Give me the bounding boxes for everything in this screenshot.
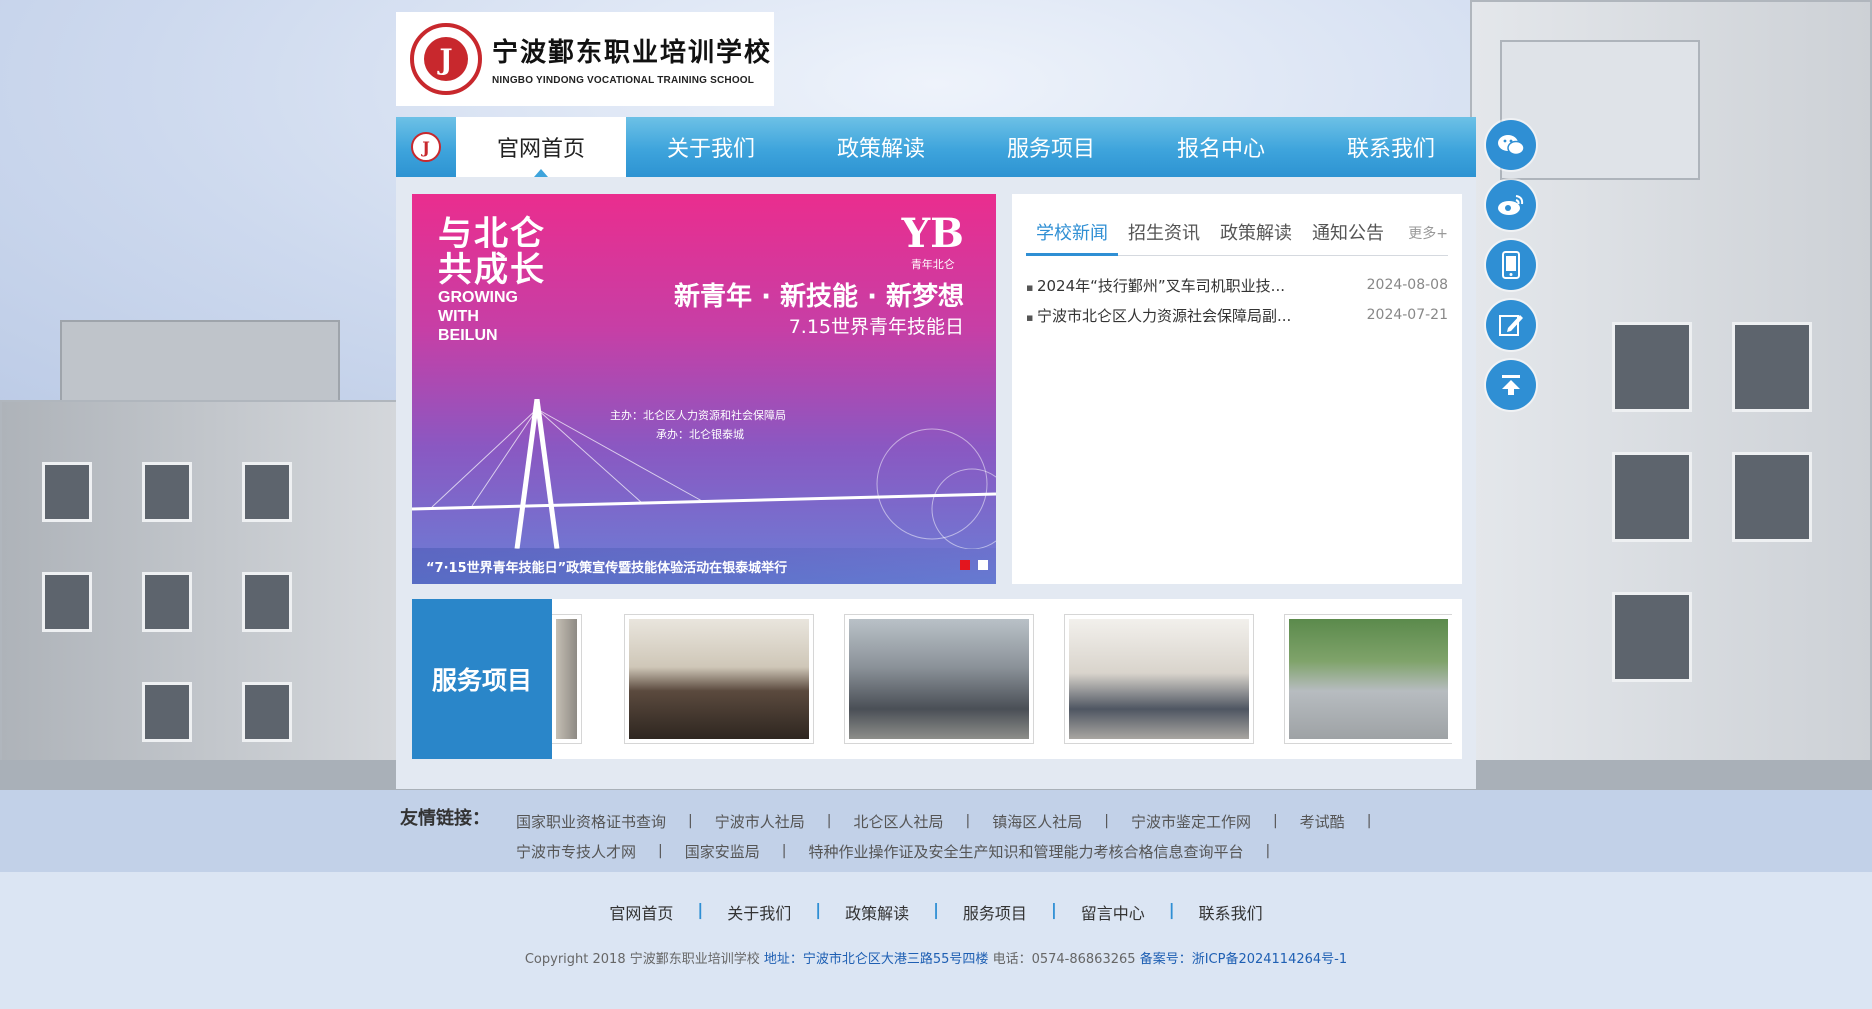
friend-link[interactable]: 宁波市专技人才网 bbox=[516, 841, 636, 862]
building-left bbox=[0, 400, 420, 790]
tab-policy[interactable]: 政策解读 bbox=[1210, 219, 1302, 255]
content-panel: 与北仑 共成长 GROWING WITH BEILUN YB 青年北仑 新青年 … bbox=[396, 177, 1476, 789]
nav-logo[interactable]: J bbox=[396, 117, 456, 177]
address-label: 地址： bbox=[763, 952, 803, 967]
nav-item-registration[interactable]: 报名中心 bbox=[1136, 117, 1306, 177]
service-photo bbox=[849, 619, 1029, 739]
services-label: 服务项目 bbox=[412, 599, 552, 759]
nav-logo-icon: J bbox=[411, 132, 441, 162]
service-photo bbox=[1289, 619, 1448, 739]
friend-link[interactable]: 镇海区人社局 bbox=[992, 811, 1082, 832]
edit-icon[interactable] bbox=[1486, 300, 1536, 350]
banner-event-date: 7.15世界青年技能日 bbox=[788, 316, 964, 338]
footer-link-messages[interactable]: 留言中心 bbox=[1081, 900, 1145, 924]
copyright-text: Copyright 2018 宁波鄞东职业培训学校 bbox=[524, 952, 760, 967]
footer-link-about[interactable]: 关于我们 bbox=[727, 900, 791, 924]
emblem-letter: J bbox=[424, 37, 468, 81]
banner-slogan: 新青年 · 新技能 · 新梦想 bbox=[674, 282, 964, 312]
logo-text: 宁波鄞东职业培训学校 NINGBO YINDONG VOCATIONAL TRA… bbox=[492, 32, 772, 86]
friend-links: 友情链接： 国家职业资格证书查询 | 宁波市人社局 | 北仑区人社局 | 镇海区人社局… bbox=[0, 790, 1872, 872]
tab-admissions[interactable]: 招生资讯 bbox=[1118, 219, 1210, 255]
footer: 官网首页 | 关于我们 | 政策解读 | 服务项目 | 留言中心 | 联系我们 Copyr… bbox=[0, 872, 1872, 1009]
service-thumb[interactable] bbox=[1064, 614, 1254, 744]
friend-links-title: 友情链接： bbox=[400, 808, 490, 829]
carousel-dot-1[interactable] bbox=[960, 560, 970, 570]
news-title: 宁波市北仑区人力资源社会保障局副... bbox=[1026, 305, 1291, 326]
news-tabs: 学校新闻 招生资讯 政策解读 通知公告 更多+ bbox=[1026, 194, 1448, 256]
service-thumb[interactable] bbox=[552, 614, 582, 744]
friend-links-row-1: 国家职业资格证书查询 | 宁波市人社局 | 北仑区人社局 | 镇海区人社局 | 宁波市鉴… bbox=[516, 811, 1372, 832]
friend-link[interactable]: 国家职业资格证书查询 bbox=[516, 811, 666, 832]
friend-link[interactable]: 宁波市人社局 bbox=[715, 811, 805, 832]
footer-nav: 官网首页 | 关于我们 | 政策解读 | 服务项目 | 留言中心 | 联系我们 bbox=[609, 900, 1263, 924]
footer-link-services[interactable]: 服务项目 bbox=[963, 900, 1027, 924]
service-thumb[interactable] bbox=[844, 614, 1034, 744]
nav-item-home[interactable]: 官网首页 bbox=[456, 117, 626, 177]
nav-item-about[interactable]: 关于我们 bbox=[626, 117, 796, 177]
friend-link[interactable]: 考试酷 bbox=[1300, 811, 1345, 832]
friend-link[interactable]: 国家安监局 bbox=[685, 841, 760, 862]
wechat-icon[interactable] bbox=[1486, 120, 1536, 170]
weibo-icon[interactable] bbox=[1486, 180, 1536, 230]
footer-link-policy[interactable]: 政策解读 bbox=[845, 900, 909, 924]
nav-item-policy[interactable]: 政策解读 bbox=[796, 117, 966, 177]
school-name-cn: 宁波鄞东职业培训学校 bbox=[492, 38, 773, 68]
news-date: 2024-07-21 bbox=[1366, 307, 1448, 323]
address-value: 宁波市北仑区大港三路55号四楼 bbox=[802, 952, 989, 967]
icp-label: 备案号： bbox=[1139, 952, 1192, 967]
tab-school-news[interactable]: 学校新闻 bbox=[1026, 219, 1118, 256]
friend-link[interactable]: 北仑区人社局 bbox=[853, 811, 943, 832]
news-title: 2024年“技行鄞州”叉车司机职业技... bbox=[1026, 275, 1285, 296]
news-box: 学校新闻 招生资讯 政策解读 通知公告 更多+ 2024年“技行鄞州”叉车司机职… bbox=[1012, 194, 1462, 584]
carousel-dots bbox=[960, 560, 988, 570]
news-list: 2024年“技行鄞州”叉车司机职业技... 2024-08-08 宁波市北仑区人… bbox=[1026, 270, 1448, 330]
tab-notices[interactable]: 通知公告 bbox=[1302, 219, 1394, 255]
friend-links-row-2: 宁波市专技人才网 | 国家安监局 | 特种作业操作证及安全生产知识和管理能力考核合格… bbox=[516, 841, 1271, 862]
carousel-dot-2[interactable] bbox=[978, 560, 988, 570]
side-toolbar bbox=[1486, 120, 1536, 410]
nav-item-contact[interactable]: 联系我们 bbox=[1306, 117, 1476, 177]
phone-label: 电话： bbox=[992, 952, 1032, 967]
services-section: 服务项目 bbox=[412, 599, 1462, 759]
friend-link[interactable]: 特种作业操作证及安全生产知识和管理能力考核合格信息查询平台 bbox=[808, 841, 1243, 862]
footer-link-home[interactable]: 官网首页 bbox=[609, 900, 673, 924]
phone-value: 0574-86863265 bbox=[1031, 952, 1136, 967]
school-name-en: NINGBO YINDONG VOCATIONAL TRAINING SCHOO… bbox=[492, 75, 755, 86]
services-carousel bbox=[552, 599, 1452, 759]
banner-headline-cn: 与北仑 共成长 bbox=[438, 214, 546, 290]
banner-headline-en: GROWING WITH BEILUN bbox=[438, 289, 518, 344]
news-more-link[interactable]: 更多+ bbox=[1408, 223, 1448, 243]
nav-item-services[interactable]: 服务项目 bbox=[966, 117, 1136, 177]
service-photo bbox=[556, 619, 577, 739]
main-nav: J 官网首页 关于我们 政策解读 服务项目 报名中心 联系我们 bbox=[396, 117, 1476, 177]
news-date: 2024-08-08 bbox=[1366, 277, 1448, 293]
banner-brand-logo: YB 青年北仑 bbox=[901, 210, 964, 272]
footer-link-contact[interactable]: 联系我们 bbox=[1199, 900, 1263, 924]
school-emblem-icon: J bbox=[410, 23, 482, 95]
service-photo bbox=[1069, 619, 1249, 739]
service-thumb[interactable] bbox=[624, 614, 814, 744]
service-photo bbox=[629, 619, 809, 739]
service-thumb[interactable] bbox=[1284, 614, 1452, 744]
news-item[interactable]: 2024年“技行鄞州”叉车司机职业技... 2024-08-08 bbox=[1026, 270, 1448, 300]
news-item[interactable]: 宁波市北仑区人力资源社会保障局副... 2024-07-21 bbox=[1026, 300, 1448, 330]
site-logo[interactable]: J 宁波鄞东职业培训学校 NINGBO YINDONG VOCATIONAL T… bbox=[396, 12, 774, 106]
banner-caption[interactable]: “7·15世界青年技能日”政策宣传暨技能体验活动在银泰城举行 bbox=[412, 548, 996, 584]
copyright: Copyright 2018 宁波鄞东职业培训学校 地址：宁波市北仑区大港三路5… bbox=[0, 948, 1872, 967]
friend-link[interactable]: 宁波市鉴定工作网 bbox=[1131, 811, 1251, 832]
back-to-top-icon[interactable] bbox=[1486, 360, 1536, 410]
bridge-illustration bbox=[412, 399, 996, 549]
banner-carousel[interactable]: 与北仑 共成长 GROWING WITH BEILUN YB 青年北仑 新青年 … bbox=[412, 194, 996, 584]
icp-value[interactable]: 浙ICP备2024114264号-1 bbox=[1192, 952, 1347, 967]
mobile-icon[interactable] bbox=[1486, 240, 1536, 290]
